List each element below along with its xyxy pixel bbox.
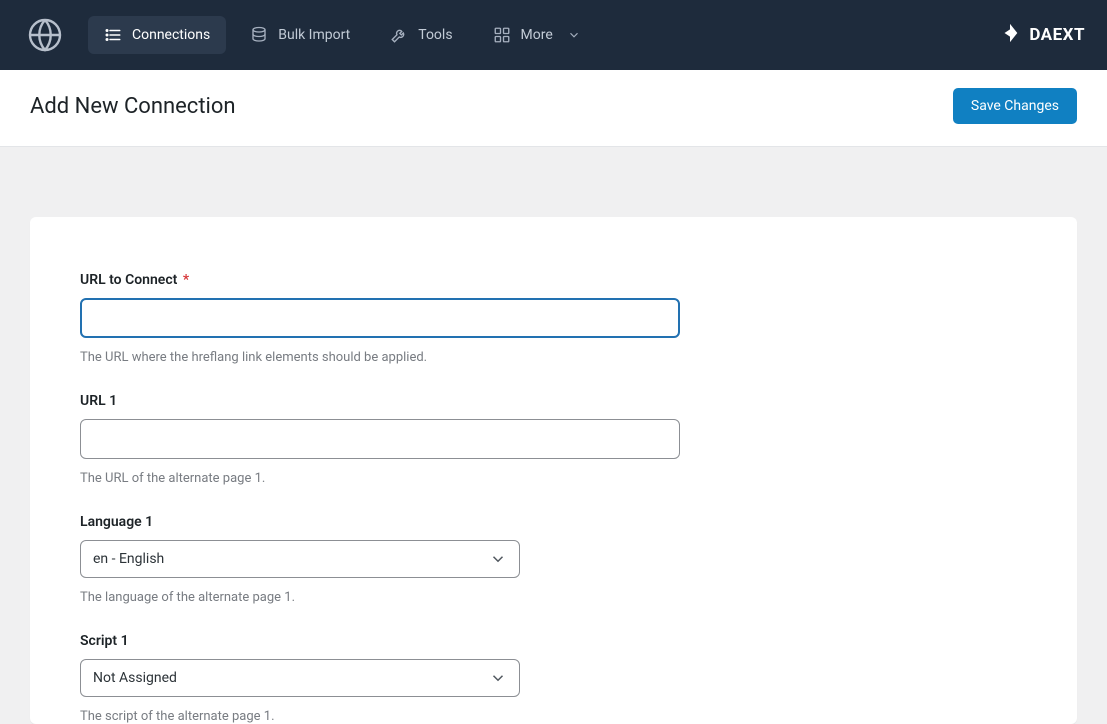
field-label: Language 1 xyxy=(80,514,1027,530)
list-icon xyxy=(104,26,122,44)
nav-connections[interactable]: Connections xyxy=(88,16,226,54)
select-value: en - English xyxy=(93,551,164,567)
page-body: URL to Connect * The URL where the hrefl… xyxy=(0,147,1107,724)
nav-label: More xyxy=(521,27,553,43)
brand-name: DAEXT xyxy=(1029,25,1085,45)
field-url1: URL 1 The URL of the alternate page 1. xyxy=(80,393,1027,486)
url1-input[interactable] xyxy=(80,419,680,459)
save-button[interactable]: Save Changes xyxy=(953,88,1077,124)
chevron-down-icon xyxy=(567,28,581,42)
script1-select[interactable]: Not Assigned xyxy=(80,659,520,697)
field-label: URL to Connect * xyxy=(80,272,1027,288)
nav-more[interactable]: More xyxy=(477,16,597,54)
chevron-down-icon xyxy=(489,550,507,568)
page-header: Add New Connection Save Changes xyxy=(0,70,1107,147)
field-help: The language of the alternate page 1. xyxy=(80,590,1027,605)
label-text: URL 1 xyxy=(80,393,117,409)
nav-label: Tools xyxy=(418,27,452,43)
url-to-connect-input[interactable] xyxy=(80,298,680,338)
globe-icon xyxy=(26,16,64,54)
chevron-down-icon xyxy=(489,669,507,687)
nav-label: Connections xyxy=(132,27,210,43)
label-text: Language 1 xyxy=(80,514,153,530)
field-language1: Language 1 en - English The language of … xyxy=(80,514,1027,605)
language1-select[interactable]: en - English xyxy=(80,540,520,578)
tools-icon xyxy=(390,26,408,44)
field-script1: Script 1 Not Assigned The script of the … xyxy=(80,633,1027,724)
nav-tools[interactable]: Tools xyxy=(374,16,468,54)
nav-items: Connections Bulk Import xyxy=(88,16,597,54)
topbar: Connections Bulk Import xyxy=(0,0,1107,70)
nav-label: Bulk Import xyxy=(278,27,350,43)
database-icon xyxy=(250,26,268,44)
brand-logo: DAEXT xyxy=(999,22,1085,49)
form-card: URL to Connect * The URL where the hrefl… xyxy=(30,217,1077,724)
brand-mark-icon xyxy=(999,22,1021,49)
page-title: Add New Connection xyxy=(30,94,236,119)
nav-bulk-import[interactable]: Bulk Import xyxy=(234,16,366,54)
field-help: The URL of the alternate page 1. xyxy=(80,471,1027,486)
field-label: URL 1 xyxy=(80,393,1027,409)
field-help: The script of the alternate page 1. xyxy=(80,709,1027,724)
field-url-to-connect: URL to Connect * The URL where the hrefl… xyxy=(80,272,1027,365)
topbar-left: Connections Bulk Import xyxy=(26,16,597,54)
label-text: URL to Connect xyxy=(80,272,177,288)
grid-icon xyxy=(493,26,511,44)
required-mark: * xyxy=(183,272,189,288)
label-text: Script 1 xyxy=(80,633,129,649)
field-label: Script 1 xyxy=(80,633,1027,649)
field-help: The URL where the hreflang link elements… xyxy=(80,350,1027,365)
